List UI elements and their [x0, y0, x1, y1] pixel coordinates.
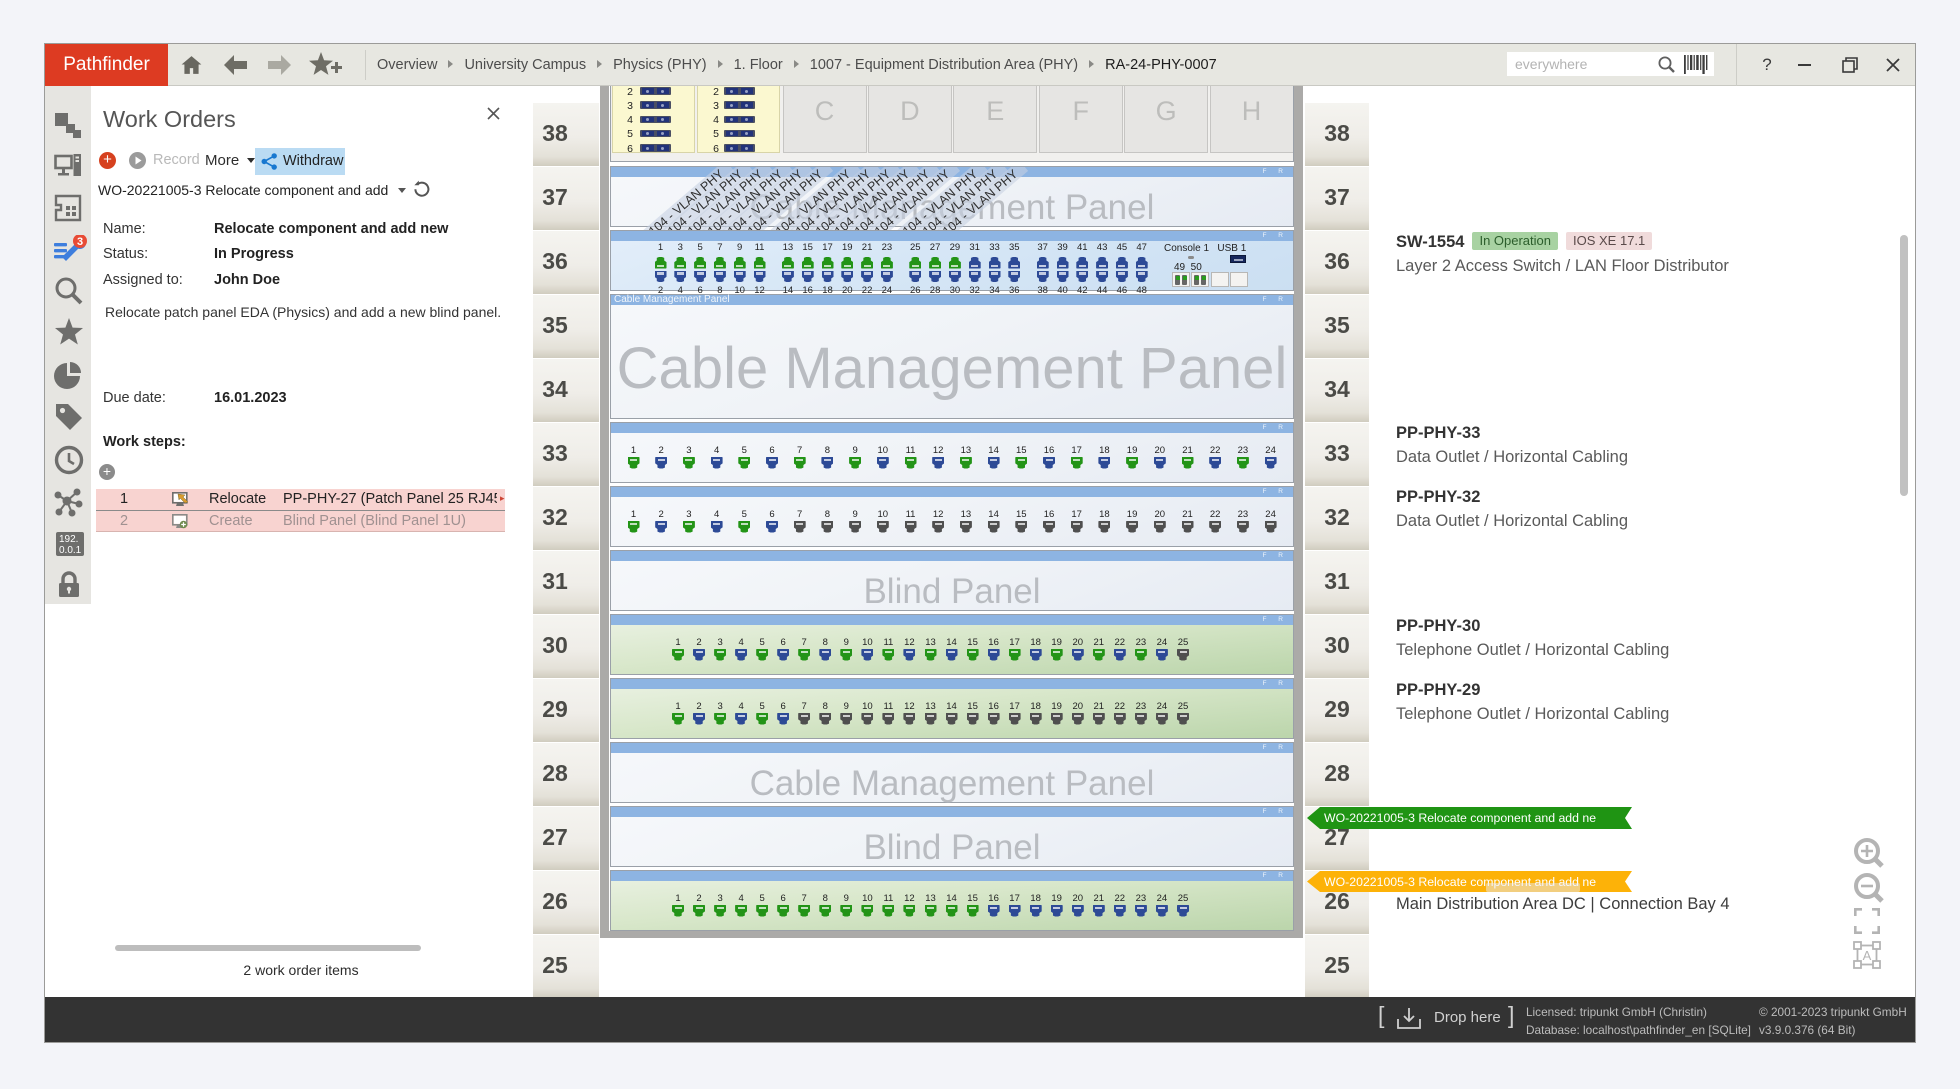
svg-text:A: A [1863, 948, 1872, 963]
svg-text:192.: 192. [59, 534, 78, 545]
svg-text:3: 3 [77, 236, 83, 248]
svg-text:0.0.1: 0.0.1 [59, 545, 82, 556]
